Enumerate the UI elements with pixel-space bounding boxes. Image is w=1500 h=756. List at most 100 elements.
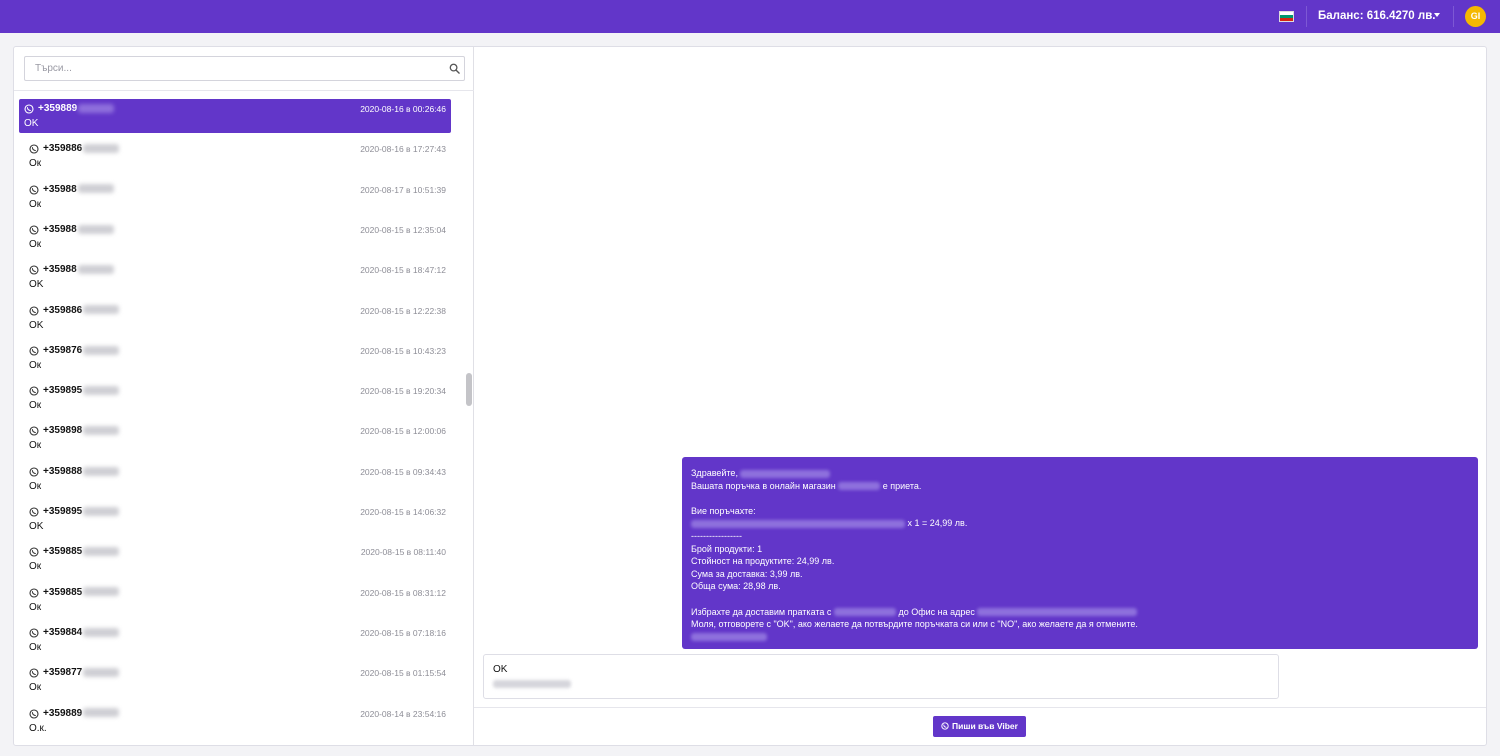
conversation-preview: Ок [29,480,42,492]
chat-area: Здравейте, Вашата поръчка в онлайн магаз… [474,47,1486,745]
conversation-item[interactable]: +359898 2020-08-15 в 12:00:06 Ок [19,421,451,455]
conversation-time: 2020-08-16 в 17:27:43 [360,144,446,155]
conversation-time: 2020-08-15 в 09:34:43 [360,466,446,477]
conversation-time: 2020-08-15 в 12:35:04 [360,224,446,235]
viber-icon [29,185,39,195]
message-text: Обща сума: 28,98 лв. [691,581,781,592]
main-panel: +359889 2020-08-16 в 00:26:46 OK +359886 202… [13,46,1487,746]
search-box [24,56,465,81]
conversation-item[interactable]: +359889 2020-08-14 в 23:54:16 О.к. [19,704,451,738]
conversation-phone: +359895 [43,506,120,517]
conversation-time: 2020-08-15 в 07:18:16 [360,627,446,638]
conversation-preview: OK [29,319,44,331]
message-text: Брой продукти: 1 [691,543,763,554]
redacted-number [83,587,120,597]
conversation-phone: +35988 [43,264,114,275]
conversation-item[interactable]: +359889 2020-08-16 в 00:26:46 OK [19,99,451,133]
conversation-list: +359889 2020-08-16 в 00:26:46 OK +359886 202… [19,99,452,745]
conversation-item[interactable]: +359886 2020-08-16 в 17:27:43 Ок [19,139,451,173]
redacted-number [83,466,120,476]
redacted-text [833,608,896,617]
conversation-item[interactable]: +359886 2020-08-15 в 12:22:38 OK [19,301,451,335]
viber-icon [29,265,39,275]
conversation-preview: Ок [29,601,42,613]
conversation-sidebar: +359889 2020-08-16 в 00:26:46 OK +359886 202… [14,47,474,745]
top-bar: Баланс: 616.4270 лв. GI [0,0,1500,33]
conversation-phone: +359886 [43,143,120,154]
conversation-time: 2020-08-14 в 23:54:16 [360,708,446,719]
conversation-preview: Ок [29,238,42,250]
conversation-preview: О.к. [29,722,47,734]
conversation-item[interactable]: +35988 2020-08-17 в 10:51:39 Ок [19,180,451,214]
conversation-item[interactable]: +359876 2020-08-15 в 10:43:23 Ок [19,341,451,375]
conversation-time: 2020-08-15 в 19:20:34 [360,386,446,397]
write-viber-button[interactable]: Пиши във Viber [933,716,1026,737]
conversation-time: 2020-08-15 в 18:47:12 [360,265,446,276]
outgoing-message: Здравейте, Вашата поръчка в онлайн магаз… [682,457,1478,649]
message-text: x 1 = 24,99 лв. [907,518,968,529]
divider [474,707,1486,708]
scrollbar-track[interactable] [464,99,472,745]
redacted-text [838,482,881,491]
chevron-down-icon[interactable] [1434,13,1440,17]
conversation-phone: +359889 [43,708,120,719]
viber-icon [29,588,39,598]
message-text: Здравейте, [691,468,738,478]
search-icon[interactable] [449,63,460,74]
viber-icon [29,547,39,557]
conversation-phone: +359898 [43,425,120,436]
conversation-phone: +35988 [43,224,114,235]
write-viber-label: Пиши във Viber [952,721,1018,731]
conversation-item[interactable]: +359888 2020-08-15 в 09:34:43 Ок [19,462,451,496]
redacted-number [77,265,114,275]
conversation-preview: Ок [29,400,42,412]
viber-icon [29,507,39,517]
incoming-message: OK [483,654,1279,699]
message-text: е приета. [882,480,922,491]
conversation-phone: +359877 [43,667,120,678]
viber-icon [29,305,39,316]
redacted-text [691,633,767,642]
redacted-number [77,184,114,194]
conversation-preview: Ок [29,682,42,694]
redacted-number [83,144,120,154]
balance-label[interactable]: Баланс: 616.4270 лв. [1318,10,1435,22]
message-text: Сума за доставка: 3,99 лв. [691,568,803,579]
redacted-number [83,345,120,355]
redacted-text [691,520,905,528]
redacted-number [83,506,120,516]
conversation-time: 2020-08-15 в 14:06:32 [360,507,446,517]
viber-icon [24,104,34,114]
message-text: Стойност на продуктите: 24,99 лв. [691,556,835,567]
scrollbar-thumb[interactable] [466,373,472,406]
redacted-number [83,305,120,315]
conversation-phone: +359885 [43,546,120,557]
conversation-item[interactable]: +359877 2020-08-15 в 01:15:54 Ок [19,663,451,697]
conversation-item[interactable]: +359895 2020-08-15 в 14:06:32 OK [19,502,451,536]
message-text: Моля, отговорете с "OK", ако желаете да … [691,619,1138,630]
conversation-preview: Ок [29,561,42,573]
conversation-time: 2020-08-15 в 01:15:54 [360,668,446,679]
conversation-preview: Ок [29,198,42,210]
conversation-preview: OK [24,118,39,129]
conversation-item[interactable]: +359885 2020-08-15 в 08:31:12 Ок [19,583,451,617]
viber-icon [29,426,39,436]
conversation-phone: +359884 [43,627,120,638]
redacted-number [83,426,120,436]
conversation-item[interactable]: +35988 2020-08-15 в 12:35:04 Ок [19,220,451,254]
bulgarian-flag-icon[interactable] [1279,11,1294,22]
header-divider [1306,6,1307,27]
avatar[interactable]: GI [1465,6,1486,27]
conversation-item[interactable]: +359884 2020-08-15 в 07:18:16 Ок [19,623,451,657]
search-input[interactable] [25,57,443,80]
redacted-number [83,708,120,718]
viber-icon [29,144,39,154]
conversation-time: 2020-08-16 в 00:26:46 [360,104,446,114]
conversation-preview: Ок [29,359,42,371]
conversation-item[interactable]: +359885 2020-08-15 в 08:11:40 Ок [19,542,451,576]
viber-icon [29,467,39,477]
conversation-item[interactable]: +35988 2020-08-15 в 18:47:12 OK [19,260,451,294]
conversation-item[interactable]: +359895 2020-08-15 в 19:20:34 Ок [19,381,451,415]
conversation-preview: OK [29,521,44,532]
conversation-phone: +359885 [43,587,120,598]
